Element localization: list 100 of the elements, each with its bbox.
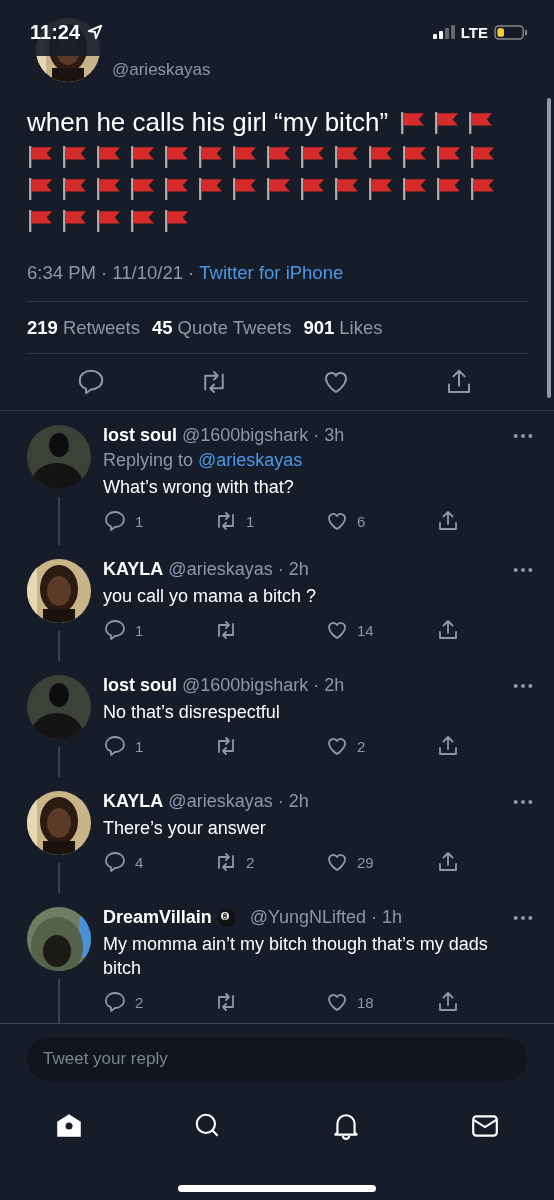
flag-icon bbox=[27, 177, 54, 200]
share-icon[interactable] bbox=[436, 509, 460, 533]
more-icon[interactable] bbox=[512, 797, 534, 806]
user-handle: @YungNLifted · 1h bbox=[249, 907, 403, 928]
flag-icon bbox=[129, 209, 156, 232]
flag-icon bbox=[401, 177, 428, 200]
flag-icon bbox=[265, 145, 292, 168]
retweet-count: 1 bbox=[246, 512, 255, 530]
flag-icon bbox=[95, 177, 122, 200]
flag-icon bbox=[163, 177, 190, 200]
share-icon[interactable] bbox=[436, 618, 460, 642]
flag-icon bbox=[61, 209, 88, 232]
more-icon[interactable] bbox=[512, 913, 534, 922]
user-handle: @1600bigshark · 3h bbox=[182, 425, 345, 446]
retweet-count: 2 bbox=[246, 853, 255, 871]
thread-line bbox=[58, 747, 60, 777]
flag-icon bbox=[231, 177, 258, 200]
display-name: KAYLA bbox=[103, 559, 164, 580]
display-name: KAYLA bbox=[103, 791, 164, 812]
reply-text: There’s your answer bbox=[103, 817, 267, 840]
thread-line bbox=[58, 497, 60, 545]
flag-icon bbox=[469, 145, 496, 168]
reply-count: 4 bbox=[135, 853, 144, 871]
flag-icon bbox=[95, 209, 122, 232]
flag-icon bbox=[399, 110, 427, 134]
tweet-text: when he calls his girl “my bitch” bbox=[27, 108, 389, 136]
flag-icon bbox=[61, 145, 88, 168]
reply-icon[interactable] bbox=[103, 734, 127, 758]
flag-icon bbox=[299, 177, 326, 200]
stat-label[interactable]: Retweets bbox=[62, 317, 140, 339]
flag-icon bbox=[61, 177, 88, 200]
flag-icon bbox=[435, 145, 462, 168]
like-count: 14 bbox=[357, 621, 374, 639]
share-icon[interactable] bbox=[436, 734, 460, 758]
flag-icon bbox=[435, 177, 462, 200]
flag-icon bbox=[333, 145, 360, 168]
stat-label[interactable]: Likes bbox=[339, 317, 383, 339]
flag-icon bbox=[197, 177, 224, 200]
thread-line bbox=[58, 631, 60, 661]
share-icon[interactable] bbox=[436, 990, 460, 1014]
user-handle: @arieskayas · 2h bbox=[168, 559, 309, 580]
flag-icon bbox=[27, 209, 54, 232]
flag-icon bbox=[469, 177, 496, 200]
reply-text: What’s wrong with that? bbox=[103, 476, 295, 499]
mention-link[interactable]: @arieskayas bbox=[198, 450, 303, 471]
flag-icon bbox=[299, 145, 326, 168]
reply-count: 1 bbox=[135, 512, 144, 530]
like-count: 18 bbox=[357, 993, 374, 1011]
reply-icon[interactable] bbox=[103, 509, 127, 533]
user-handle: @arieskayas · 2h bbox=[168, 791, 309, 812]
like-count: 2 bbox=[357, 737, 366, 755]
location-arrow-icon bbox=[86, 23, 105, 41]
display-name: lost soul bbox=[103, 425, 177, 446]
reply-count: 1 bbox=[135, 621, 144, 639]
flag-icon bbox=[433, 110, 461, 134]
reply-icon[interactable] bbox=[103, 618, 127, 642]
display-name: DreamVillain bbox=[103, 907, 212, 928]
share-icon[interactable] bbox=[436, 850, 460, 874]
stat-label[interactable]: Quote Tweets bbox=[177, 317, 292, 339]
flag-icon bbox=[231, 145, 258, 168]
signal-icon bbox=[432, 25, 455, 39]
display-name: lost soul bbox=[103, 675, 177, 696]
flag-icon bbox=[367, 177, 394, 200]
like-count: 29 bbox=[357, 853, 374, 871]
source-link[interactable]: Twitter for iPhone bbox=[199, 262, 344, 284]
flag-icon bbox=[265, 177, 292, 200]
flag-icon bbox=[95, 145, 122, 168]
more-icon[interactable] bbox=[512, 431, 534, 440]
flag-icon bbox=[163, 209, 190, 232]
reply-field[interactable]: Tweet your reply bbox=[27, 1037, 527, 1081]
reply-icon[interactable] bbox=[103, 850, 127, 874]
reply-text: No that’s disrespectful bbox=[103, 701, 281, 724]
flag-icon bbox=[163, 145, 190, 168]
more-icon[interactable] bbox=[512, 565, 534, 574]
flag-icon bbox=[129, 145, 156, 168]
thread-line bbox=[58, 863, 60, 893]
flag-icon bbox=[129, 177, 156, 200]
flag-icon bbox=[333, 177, 360, 200]
replying-label: Replying to bbox=[103, 450, 194, 471]
like-count: 6 bbox=[357, 512, 366, 530]
battery-icon bbox=[494, 24, 528, 40]
network-label: LTE bbox=[460, 23, 488, 41]
user-handle: @arieskayas bbox=[112, 60, 211, 81]
clock-time: 11:24 bbox=[30, 20, 81, 44]
flag-icon bbox=[401, 145, 428, 168]
reply-text: you call yo mama a bitch ? bbox=[103, 585, 318, 608]
reply-text: My momma ain’t my bitch though that’s my dads bitch bbox=[103, 933, 489, 980]
flag-icon bbox=[197, 145, 224, 168]
reply-icon[interactable] bbox=[103, 990, 127, 1014]
stat-count: 45 bbox=[152, 317, 173, 339]
stat-count: 901 bbox=[303, 317, 335, 339]
stat-count: 219 bbox=[27, 317, 58, 339]
reply-count: 2 bbox=[135, 993, 144, 1011]
reply-count: 1 bbox=[135, 737, 144, 755]
flag-icon bbox=[27, 145, 54, 168]
more-icon[interactable] bbox=[512, 681, 534, 690]
user-handle: @1600bigshark · 2h bbox=[182, 675, 345, 696]
flag-icon bbox=[467, 110, 495, 134]
flag-icon bbox=[367, 145, 394, 168]
timestamp: 6:34 PM · 11/10/21 · bbox=[27, 262, 195, 284]
